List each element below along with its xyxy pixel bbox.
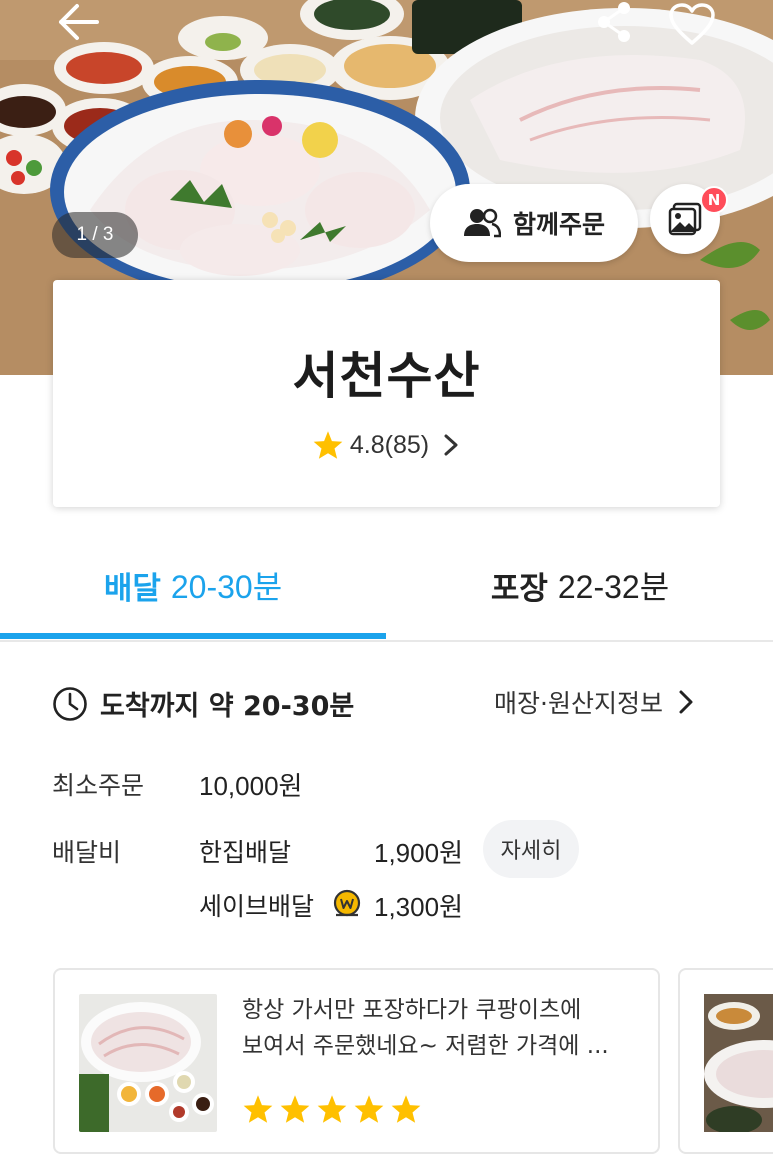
review-food-image bbox=[79, 994, 217, 1132]
rating-link[interactable]: 4.8(85) bbox=[312, 430, 461, 460]
active-tab-indicator bbox=[0, 633, 386, 639]
min-order-label: 최소주문 bbox=[52, 771, 145, 800]
clock-icon bbox=[53, 686, 87, 721]
back-button[interactable] bbox=[52, 0, 104, 44]
review-card[interactable] bbox=[678, 968, 773, 1154]
min-order-value: 10,000원 bbox=[199, 771, 303, 801]
delivery-fee-label: 배달비 bbox=[52, 838, 122, 867]
review-photo bbox=[79, 994, 217, 1132]
heart-icon bbox=[669, 3, 715, 45]
chevron-right-icon bbox=[679, 690, 693, 714]
star-icon bbox=[317, 1095, 347, 1123]
arrival-text: 도착까지 약 20-30분 bbox=[100, 691, 355, 722]
save-delivery-label: 세이브배달 bbox=[199, 892, 315, 921]
group-order-button[interactable]: 함께주문 bbox=[430, 184, 638, 262]
star-icon bbox=[354, 1095, 384, 1123]
single-delivery-fee: 1,900원 bbox=[374, 838, 463, 868]
new-badge: N bbox=[700, 186, 728, 214]
review-text: 항상 가서만 포장하다가 쿠팡이츠에 보여서 주문했네요~ 저렴한 가격에 ..… bbox=[242, 992, 642, 1064]
star-icon bbox=[391, 1095, 421, 1123]
tab-pickup-time: 22-32분 bbox=[557, 569, 670, 605]
origin-info-label: 매장·원산지정보 bbox=[494, 689, 663, 718]
review-photo bbox=[704, 994, 773, 1132]
tab-pickup[interactable]: 포장 22-32분 bbox=[387, 530, 773, 640]
store-info-card: 서천수산 4.8(85) bbox=[53, 280, 720, 507]
review-text-line-2: 보여서 주문했네요~ 저렴한 가격에 ... bbox=[242, 1033, 609, 1059]
review-rating-stars bbox=[242, 1094, 422, 1124]
store-name: 서천수산 bbox=[292, 347, 481, 405]
star-icon bbox=[313, 431, 343, 459]
share-button[interactable] bbox=[588, 0, 640, 44]
rating-value: 4.8(85) bbox=[349, 430, 430, 459]
order-type-tabs: 배달 20-30분 포장 22-32분 bbox=[0, 530, 773, 642]
tab-delivery-label: 배달 bbox=[103, 570, 161, 607]
people-icon bbox=[463, 208, 501, 238]
store-origin-info-link[interactable]: 매장·원산지정보 bbox=[494, 684, 695, 720]
review-food-image bbox=[704, 994, 773, 1132]
review-card[interactable]: 항상 가서만 포장하다가 쿠팡이츠에 보여서 주문했네요~ 저렴한 가격에 ..… bbox=[53, 968, 660, 1154]
save-delivery-fee: 1,300원 bbox=[374, 892, 463, 922]
tab-delivery[interactable]: 배달 20-30분 bbox=[0, 530, 386, 640]
arrival-time: 도착까지 약 20-30분 bbox=[52, 684, 354, 723]
save-coin-icon bbox=[333, 889, 361, 917]
review-text-line-1: 항상 가서만 포장하다가 쿠팡이츠에 bbox=[242, 997, 582, 1023]
star-icon bbox=[243, 1095, 273, 1123]
photo-album-icon bbox=[668, 202, 702, 236]
single-delivery-label: 한집배달 bbox=[199, 838, 292, 867]
chevron-right-icon bbox=[444, 434, 458, 456]
back-arrow-icon bbox=[59, 4, 99, 40]
tab-pickup-label: 포장 bbox=[490, 570, 548, 607]
share-icon bbox=[598, 2, 630, 42]
tab-delivery-time: 20-30분 bbox=[170, 569, 283, 605]
delivery-fee-detail-button[interactable]: 자세히 bbox=[483, 820, 579, 878]
image-counter: 1 / 3 bbox=[52, 212, 138, 258]
group-order-label: 함께주문 bbox=[512, 210, 605, 239]
star-icon bbox=[280, 1095, 310, 1123]
favorite-button[interactable] bbox=[664, 0, 720, 48]
